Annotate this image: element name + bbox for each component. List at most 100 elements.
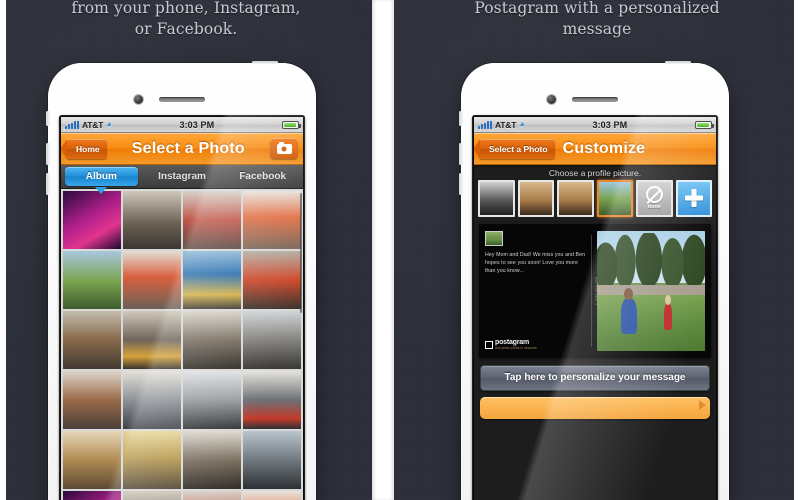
- iphone-mockup-left: AT&T ◕ 3:03 PM Home Select a Photo Album…: [46, 61, 316, 500]
- volume-down-button[interactable]: [459, 173, 462, 195]
- no-symbol-icon: [645, 186, 663, 204]
- status-left-group: AT&T ◕: [478, 120, 525, 130]
- photo-grid-item[interactable]: [243, 191, 301, 249]
- front-camera-icon: [134, 95, 143, 104]
- photo-grid-item[interactable]: [123, 251, 181, 309]
- battery-icon: [695, 120, 714, 129]
- tab-facebook-label: Facebook: [239, 171, 287, 182]
- earpiece-speaker-icon: [572, 97, 618, 102]
- signal-bars-icon: [478, 120, 492, 129]
- earpiece-speaker-icon: [159, 97, 205, 102]
- postagram-logo: postagram real photo prints in seconds: [485, 339, 586, 350]
- order-button[interactable]: [480, 396, 710, 419]
- page-title-select-photo: Select a Photo: [131, 139, 245, 157]
- photo-grid-item[interactable]: [243, 311, 301, 369]
- personalize-message-button[interactable]: Tap here to personalize your message: [480, 364, 710, 391]
- photo-grid-item[interactable]: [63, 431, 121, 489]
- photo-grid-item[interactable]: [183, 191, 241, 249]
- photo-grid-item[interactable]: [183, 371, 241, 429]
- phone-screen-right: AT&T ◕ 3:03 PM Select a Photo Customize: [474, 117, 716, 500]
- photo-grid-container[interactable]: [61, 189, 303, 500]
- profile-picture-hint: Choose a profile picture.: [548, 168, 642, 178]
- clock-label: 3:03 PM: [179, 119, 215, 130]
- signal-bars-icon: [65, 120, 79, 129]
- photo-grid-item[interactable]: [123, 191, 181, 249]
- photo-grid-item[interactable]: [123, 491, 181, 500]
- camera-button[interactable]: [270, 138, 298, 159]
- photo-grid-item[interactable]: [243, 251, 301, 309]
- tab-facebook[interactable]: Facebook: [222, 165, 303, 188]
- home-back-button[interactable]: Home: [66, 138, 107, 159]
- profile-thumb-dog-1[interactable]: [517, 180, 554, 217]
- photo-grid-item[interactable]: [183, 251, 241, 309]
- photo-trees: [597, 232, 705, 289]
- photo-grid-item[interactable]: [243, 431, 301, 489]
- navigation-bar-customize: Select a Photo Customize: [474, 133, 716, 165]
- postcard-photo: [597, 230, 705, 351]
- select-a-photo-back-button[interactable]: Select a Photo: [479, 138, 555, 159]
- volume-up-button[interactable]: [46, 143, 49, 165]
- screenshot-panel-select-photo: from your phone, Instagram, or Facebook.…: [0, 0, 372, 500]
- photo-grid-item[interactable]: [63, 191, 121, 249]
- volume-down-button[interactable]: [46, 173, 49, 195]
- profile-thumb-park[interactable]: [596, 180, 633, 217]
- postcard-message-text: Hey Mom and Dad! We miss you and Ben hop…: [485, 251, 586, 274]
- active-tab-pointer-icon: [95, 187, 108, 194]
- profile-thumb-photo-1[interactable]: [478, 180, 515, 217]
- profile-picture-selector[interactable]: none: [474, 180, 716, 222]
- photo-lawn: [597, 295, 705, 351]
- photo-grid-item[interactable]: [183, 311, 241, 369]
- profile-thumb-dog-2[interactable]: [557, 180, 594, 217]
- postagram-wordmark: postagram real photo prints in seconds: [495, 339, 537, 350]
- phone-screen-left: AT&T ◕ 3:03 PM Home Select a Photo Album…: [61, 117, 303, 500]
- clock-label: 3:03 PM: [592, 119, 628, 130]
- source-tab-bar: Album Instagram Facebook: [61, 165, 303, 194]
- photo-grid-item[interactable]: [123, 431, 181, 489]
- phone-bezel-right: AT&T ◕ 3:03 PM Select a Photo Customize: [472, 115, 718, 500]
- none-label: none: [647, 204, 661, 211]
- power-button[interactable]: [665, 61, 691, 64]
- tab-instagram-label: Instagram: [158, 171, 206, 182]
- brand-tagline: real photo prints in seconds: [495, 346, 537, 351]
- status-right-group: [695, 120, 714, 129]
- photo-grid[interactable]: [61, 189, 303, 500]
- camera-icon: [276, 141, 292, 154]
- silent-switch[interactable]: [46, 111, 49, 126]
- volume-up-button[interactable]: [459, 143, 462, 165]
- ios-status-bar: AT&T ◕ 3:03 PM: [61, 117, 303, 133]
- photo-grid-item[interactable]: [123, 311, 181, 369]
- screenshot-panel-customize: Postagram with a personalized message AT…: [394, 0, 800, 500]
- photo-grid-item[interactable]: [183, 431, 241, 489]
- profile-thumb-add[interactable]: [675, 180, 712, 217]
- photo-grid-item[interactable]: [183, 491, 241, 500]
- photo-grid-item[interactable]: [243, 371, 301, 429]
- front-camera-icon: [547, 95, 556, 104]
- profile-thumb-none[interactable]: none: [636, 180, 673, 217]
- power-button[interactable]: [252, 61, 278, 64]
- tab-instagram[interactable]: Instagram: [142, 165, 223, 188]
- tab-album[interactable]: Album: [61, 165, 142, 194]
- caption-line-2: or Facebook.: [134, 20, 238, 38]
- grid-scrollbar[interactable]: [300, 193, 302, 313]
- photo-grid-item[interactable]: [63, 491, 121, 500]
- silent-switch[interactable]: [459, 111, 462, 126]
- photo-grid-item[interactable]: [243, 491, 301, 500]
- status-right-group: [282, 120, 301, 129]
- photo-grid-item[interactable]: [63, 371, 121, 429]
- brand-name: postagram: [495, 339, 529, 347]
- navigation-bar-select-photo: Home Select a Photo: [61, 133, 303, 165]
- panel-divider: [372, 0, 394, 500]
- photo-grid-item[interactable]: [123, 371, 181, 429]
- photo-person-adult: [620, 287, 638, 334]
- carrier-label: AT&T: [82, 119, 104, 130]
- photo-grid-item[interactable]: [63, 311, 121, 369]
- postcard-profile-avatar: [485, 230, 503, 246]
- caption-line-1: from your phone, Instagram,: [71, 0, 301, 17]
- iphone-mockup-right: AT&T ◕ 3:03 PM Select a Photo Customize: [459, 61, 729, 500]
- photo-grid-item[interactable]: [63, 251, 121, 309]
- postagram-mark-icon: [485, 340, 493, 349]
- battery-icon: [282, 120, 301, 129]
- panel-caption-left: from your phone, Instagram, or Facebook.: [0, 0, 372, 40]
- postcard-preview[interactable]: Hey Mom and Dad! We miss you and Ben hop…: [479, 223, 711, 358]
- tab-album-label: Album: [85, 171, 117, 182]
